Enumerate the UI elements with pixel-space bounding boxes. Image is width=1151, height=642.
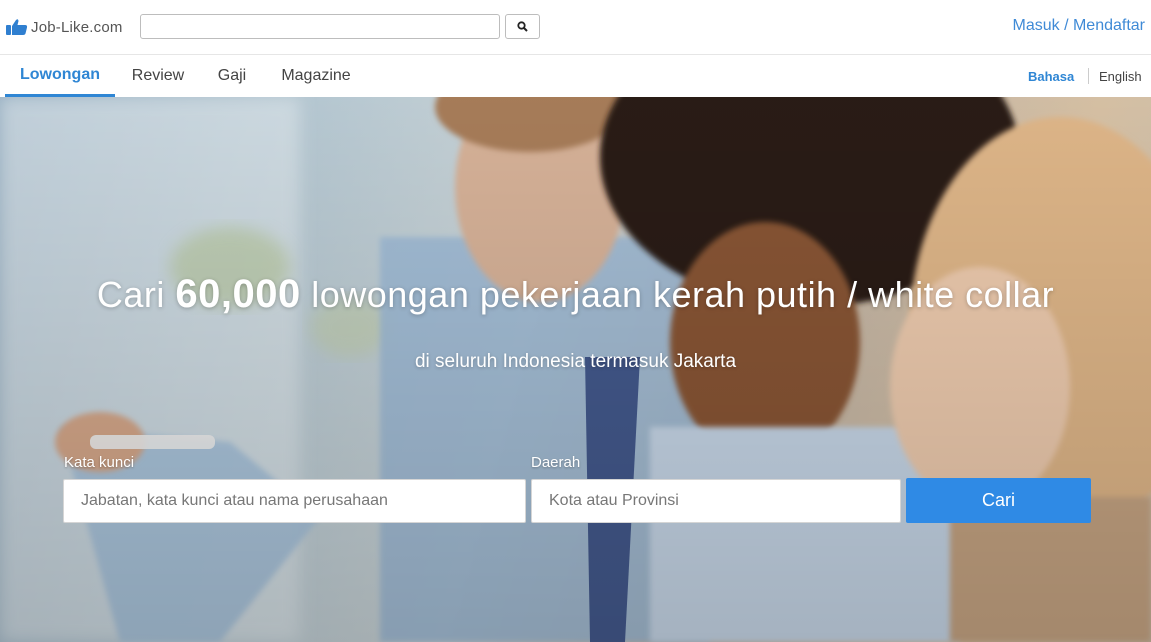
lang-bahasa[interactable]: Bahasa (1028, 69, 1074, 84)
main-nav: Lowongan Review Gaji Magazine Bahasa Eng… (0, 55, 1151, 97)
hero-title-suffix: lowongan pekerjaan kerah putih / white c… (311, 274, 1055, 315)
hero-section: Cari 60,000 lowongan pekerjaan kerah put… (0, 97, 1151, 642)
login-register-link[interactable]: Masuk / Mendaftar (1013, 17, 1146, 35)
lang-divider (1088, 68, 1089, 84)
thumbs-up-icon (6, 19, 28, 35)
tab-lowongan[interactable]: Lowongan (5, 55, 115, 97)
logo-text: Job-Like.com (31, 18, 123, 36)
header-search-button[interactable] (505, 14, 540, 39)
hero-title: Cari 60,000 lowongan pekerjaan kerah put… (0, 272, 1151, 317)
search-submit-button[interactable]: Cari (906, 478, 1091, 523)
keyword-input[interactable] (63, 479, 526, 523)
region-input[interactable] (531, 479, 901, 523)
top-bar: Job-Like.com Masuk / Mendaftar (0, 0, 1151, 55)
site-logo[interactable]: Job-Like.com (5, 16, 123, 38)
tab-gaji[interactable]: Gaji (208, 55, 256, 97)
keyword-label: Kata kunci (64, 454, 135, 471)
hero-subtitle: di seluruh Indonesia termasuk Jakarta (414, 351, 737, 372)
region-label: Daerah (531, 454, 581, 471)
lang-english[interactable]: English (1099, 69, 1142, 84)
search-icon (517, 21, 528, 32)
header-search-input[interactable] (140, 14, 500, 39)
hero-title-prefix: Cari (96, 274, 165, 315)
tab-review[interactable]: Review (123, 55, 193, 97)
tab-magazine[interactable]: Magazine (272, 55, 360, 97)
hero-title-number: 60,000 (175, 272, 301, 316)
